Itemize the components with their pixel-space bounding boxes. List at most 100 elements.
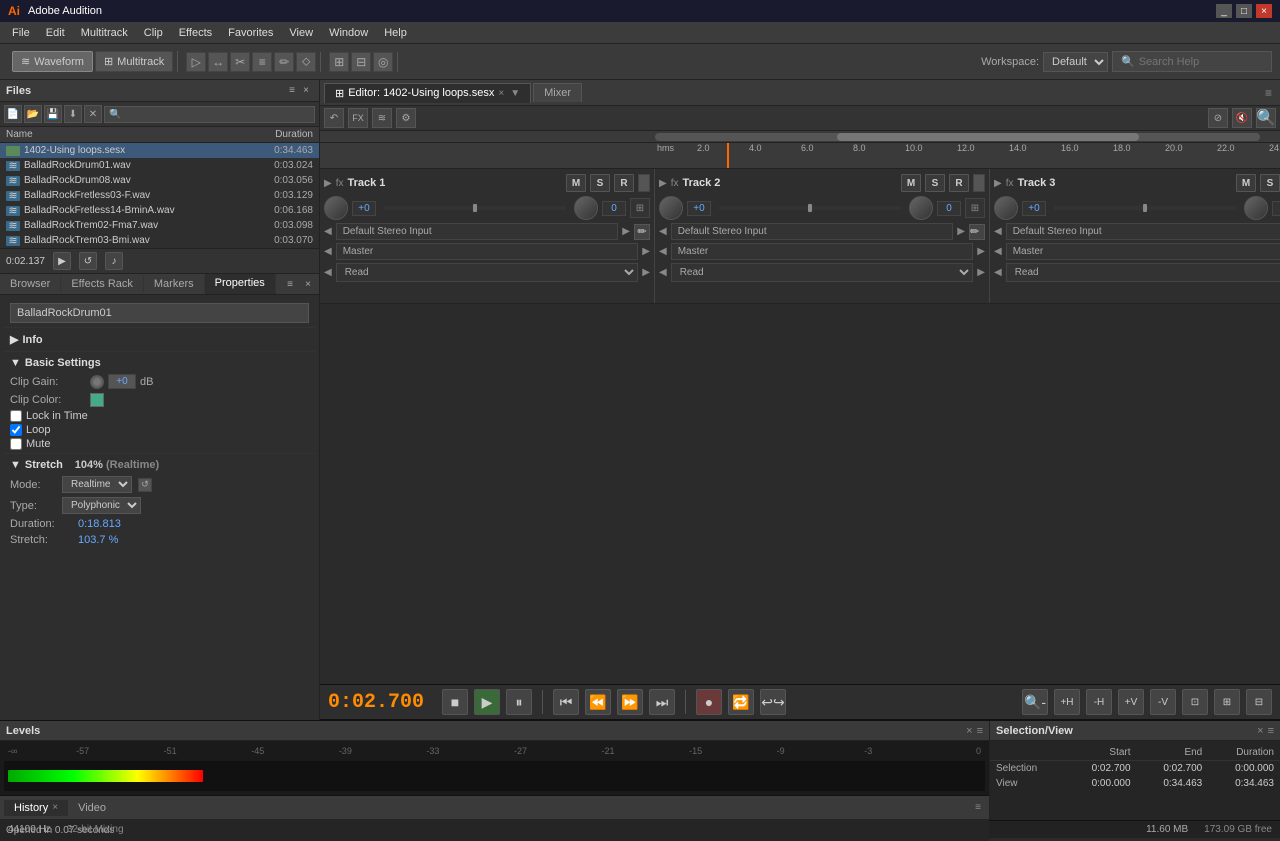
levels-close-btn[interactable]: × <box>966 725 972 737</box>
track2-solo-btn[interactable]: S <box>925 174 945 192</box>
snap-button[interactable]: ⊞ <box>329 52 349 72</box>
files-close-btn[interactable]: × <box>299 84 313 98</box>
zoom-in-tl-btn[interactable]: 🔍 <box>1256 108 1276 128</box>
fast-forward-btn[interactable]: ⏩ <box>617 689 643 715</box>
zoom-out-full-btn[interactable]: 🔍- <box>1022 689 1048 715</box>
stretch-type-select[interactable]: Polyphonic <box>62 497 141 514</box>
menu-help[interactable]: Help <box>376 25 415 41</box>
track2-fx[interactable]: fx <box>671 178 679 189</box>
track3-read-arrow[interactable]: ◀ <box>994 267 1002 278</box>
zoom-full-btn[interactable]: ⊞ <box>1214 689 1240 715</box>
new-file-btn[interactable]: 📄 <box>4 105 22 123</box>
track2-vol-val[interactable]: +0 <box>687 201 711 216</box>
track3-pan-val[interactable]: 0 <box>1272 201 1280 216</box>
track2-read-select[interactable]: Read <box>671 263 974 282</box>
mute-checkbox[interactable] <box>10 438 22 450</box>
track3-output-arrow[interactable]: ◀ <box>994 246 1002 257</box>
track1-pan-slider[interactable] <box>384 206 566 210</box>
clip-mute-btn[interactable]: 🔇 <box>1232 108 1252 128</box>
track3-pan-knob[interactable] <box>1244 196 1268 220</box>
track3-input-arrow[interactable]: ◀ <box>994 226 1002 237</box>
editor-tab-arrow[interactable]: ▼ <box>510 88 520 99</box>
file-item[interactable]: ≋ BalladRockDrum01.wav 0:03.024 <box>0 158 319 173</box>
track3-read-select[interactable]: Read <box>1006 263 1280 282</box>
tab-markers[interactable]: Markers <box>144 275 205 293</box>
view-duration[interactable]: 0:34.463 <box>1208 776 1280 791</box>
menu-window[interactable]: Window <box>321 25 376 41</box>
track1-pan-val[interactable]: 0 <box>602 201 626 216</box>
file-item[interactable]: ≋ BalladRockTrem03-Bmi.wav 0:03.070 <box>0 233 319 248</box>
search-input[interactable] <box>1139 56 1259 68</box>
track1-record-btn[interactable]: R <box>614 174 634 192</box>
sel-end[interactable]: 0:02.700 <box>1137 761 1209 777</box>
track1-vol-val[interactable]: +0 <box>352 201 376 216</box>
track1-output-expand[interactable]: ▶ <box>642 246 650 257</box>
track2-vol-knob[interactable] <box>659 196 683 220</box>
import-btn[interactable]: ⬇ <box>64 105 82 123</box>
workspace-select[interactable]: Default <box>1043 52 1108 72</box>
slip-tool[interactable]: ≡ <box>252 52 272 72</box>
track1-output-arrow[interactable]: ◀ <box>324 246 332 257</box>
zoom-sel-btn[interactable]: ⊡ <box>1182 689 1208 715</box>
track1-expand[interactable]: ▶ <box>324 178 332 189</box>
menu-clip[interactable]: Clip <box>136 25 171 41</box>
track1-more-btn[interactable] <box>638 174 650 192</box>
track3-pan-slider[interactable] <box>1054 206 1236 210</box>
track1-pan-knob[interactable] <box>574 196 598 220</box>
play-btn[interactable]: ▶ <box>474 689 500 715</box>
waveform-button[interactable]: ≋ Waveform <box>12 51 93 72</box>
track3-vol-knob[interactable] <box>994 196 1018 220</box>
razor-tool[interactable]: ✂ <box>230 52 250 72</box>
props-menu-btn[interactable]: ≡ <box>283 277 297 291</box>
editor-panel-menu[interactable]: ≡ <box>1265 86 1272 100</box>
track2-output-arrow[interactable]: ◀ <box>659 246 667 257</box>
track1-read-fwd-arrow[interactable]: ▶ <box>642 267 650 278</box>
save-file-btn[interactable]: 💾 <box>44 105 62 123</box>
tab-effects-rack[interactable]: Effects Rack <box>61 275 144 293</box>
files-menu-btn[interactable]: ≡ <box>285 84 299 98</box>
meters-btn[interactable]: ≋ <box>372 108 392 128</box>
stop-btn[interactable]: ■ <box>442 689 468 715</box>
info-header[interactable]: ▶ Info <box>10 330 309 349</box>
track2-read-arrow[interactable]: ◀ <box>659 267 667 278</box>
file-item[interactable]: ≋ BalladRockDrum08.wav 0:03.056 <box>0 173 319 188</box>
track2-more-btn[interactable] <box>973 174 985 192</box>
menu-view[interactable]: View <box>281 25 321 41</box>
return-to-start-btn[interactable]: ⏮ <box>553 689 579 715</box>
menu-multitrack[interactable]: Multitrack <box>73 25 136 41</box>
maximize-button[interactable]: □ <box>1236 4 1252 18</box>
track1-input-edit-btn[interactable]: ✏ <box>634 224 650 240</box>
delete-file-btn[interactable]: ✕ <box>84 105 102 123</box>
track3-mute-btn[interactable]: M <box>1236 174 1256 192</box>
file-item[interactable]: ≋ BalladRockTrem02-Fma7.wav 0:03.098 <box>0 218 319 233</box>
selection-menu-btn[interactable]: ≡ <box>1268 725 1274 737</box>
history-menu-btn[interactable]: ≡ <box>975 802 981 813</box>
menu-edit[interactable]: Edit <box>38 25 73 41</box>
rewind-btn[interactable]: ⏪ <box>585 689 611 715</box>
track1-input-arrow[interactable]: ◀ <box>324 226 332 237</box>
timeline-scrollbar[interactable] <box>320 131 1280 143</box>
track2-mute-btn[interactable]: M <box>901 174 921 192</box>
track1-input-expand[interactable]: ▶ <box>622 226 630 237</box>
lock-time-checkbox[interactable] <box>10 410 22 422</box>
mini-speaker-btn[interactable]: ♪ <box>105 252 123 270</box>
go-to-end-btn[interactable]: ⏭ <box>649 689 675 715</box>
stretch-header[interactable]: ▼ Stretch 104% (Realtime) <box>10 456 309 474</box>
basic-settings-header[interactable]: ▼ Basic Settings <box>10 354 309 372</box>
editor-tab-session[interactable]: ⊞ Editor: 1402-Using loops.sesx × ▼ <box>324 83 531 103</box>
editor-tab-close[interactable]: × <box>498 88 504 99</box>
pen-tool[interactable]: ✏ <box>274 52 294 72</box>
track2-output-expand[interactable]: ▶ <box>977 246 985 257</box>
view-start[interactable]: 0:00.000 <box>1065 776 1137 791</box>
clip-gain-knob[interactable] <box>90 375 104 389</box>
track1-solo-btn[interactable]: S <box>590 174 610 192</box>
file-item[interactable]: ≋ BalladRockFretless03-F.wav 0:03.129 <box>0 188 319 203</box>
clip-color-swatch[interactable] <box>90 393 104 407</box>
brush-tool[interactable]: ⬦ <box>296 52 316 72</box>
track1-fx[interactable]: fx <box>336 178 344 189</box>
open-file-btn[interactable]: 📂 <box>24 105 42 123</box>
loop-select-btn[interactable]: ↩↪ <box>760 689 786 715</box>
history-tab-close[interactable]: × <box>52 802 58 813</box>
track2-pan-val[interactable]: 0 <box>937 201 961 216</box>
props-close-btn[interactable]: × <box>301 277 315 291</box>
